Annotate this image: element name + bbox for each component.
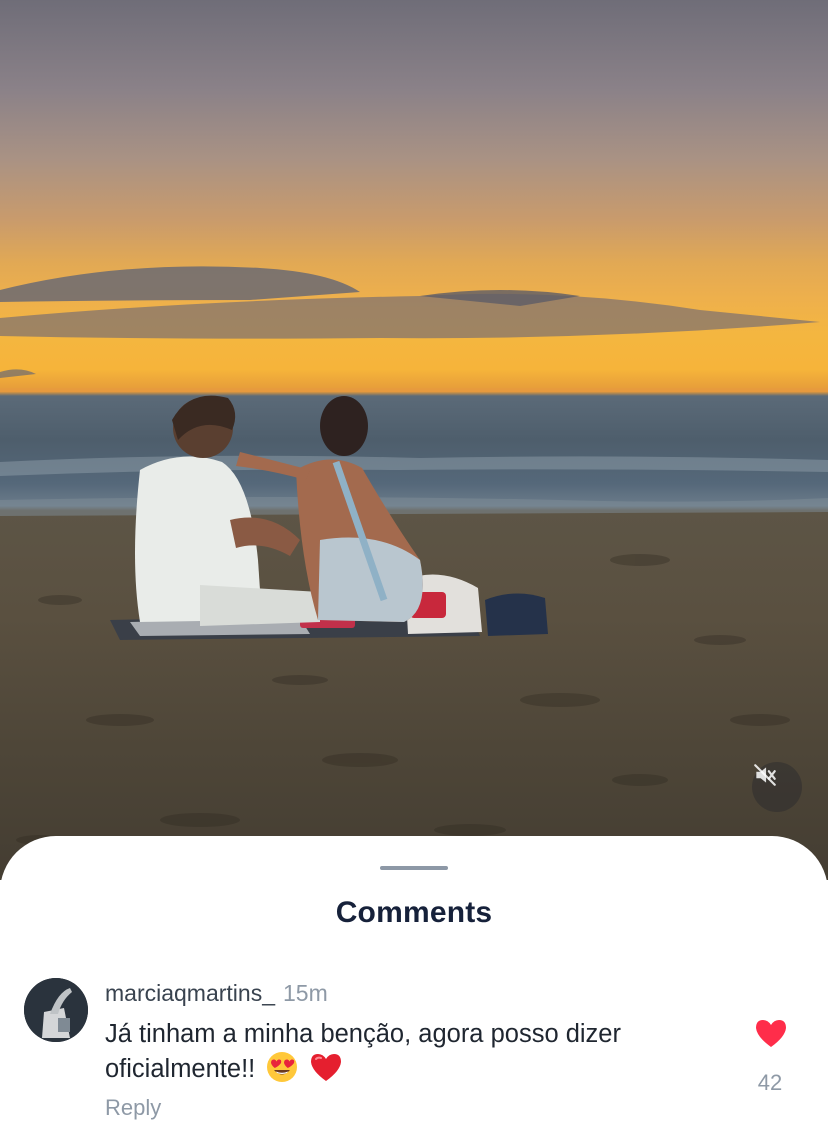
avatar-photo xyxy=(24,978,88,1042)
comment-author[interactable]: marciaqmartins_ 15m xyxy=(105,980,328,1007)
comment-timestamp: 15m xyxy=(283,980,328,1006)
comment-item: marciaqmartins_ 15m Já tinham a minha ben… xyxy=(0,974,828,1144)
reply-button[interactable]: Reply xyxy=(105,1095,161,1121)
red-heart-emoji xyxy=(311,1054,342,1081)
user-avatar[interactable] xyxy=(24,978,88,1042)
comments-title: Comments xyxy=(335,896,493,929)
comment-username[interactable]: marciaqmartins_ xyxy=(105,980,275,1006)
like-button[interactable] xyxy=(754,1018,788,1053)
sheet-drag-handle[interactable] xyxy=(380,866,448,870)
comments-sheet: Comments marciaqmartins_ 15m Já tinham a … xyxy=(0,836,828,1146)
heart-icon xyxy=(756,1020,786,1047)
video-player[interactable] xyxy=(0,0,828,880)
like-count: 42 xyxy=(757,1070,783,1095)
mute-button[interactable] xyxy=(752,762,802,812)
comment-text: Já tinham a minha benção, agora posso di… xyxy=(105,1020,621,1083)
comment-body: Já tinham a minha benção, agora posso di… xyxy=(105,1017,725,1086)
heart-eyes-emoji xyxy=(267,1052,298,1082)
beach-sunset-scene xyxy=(0,266,828,845)
speaker-muted-icon xyxy=(754,764,776,786)
